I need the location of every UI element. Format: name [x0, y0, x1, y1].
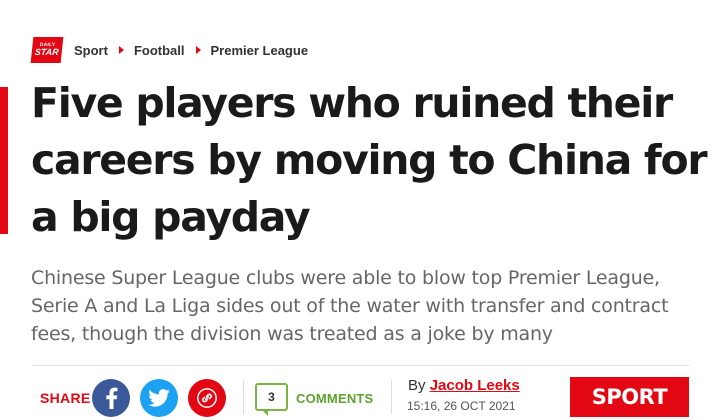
facebook-icon [106, 387, 118, 409]
chevron-right-icon [195, 46, 201, 54]
copy-link-button[interactable] [188, 379, 226, 417]
breadcrumb-premier-league[interactable]: Premier League [211, 43, 309, 58]
link-icon [197, 388, 217, 408]
byline: By Jacob Leeks [408, 377, 520, 394]
breadcrumb-football[interactable]: Football [134, 43, 185, 58]
daily-star-logo[interactable]: DAILY STAR [30, 37, 64, 63]
author-link[interactable]: Jacob Leeks [430, 377, 520, 394]
logo-main-text: STAR [34, 47, 60, 57]
comments-link[interactable]: COMMENTS [296, 391, 373, 406]
share-label: SHARE [40, 390, 91, 406]
article-headline: Five players who ruined their careers by… [31, 79, 708, 241]
comment-count-badge[interactable]: 3 [255, 383, 288, 416]
facebook-share-button[interactable] [92, 379, 130, 417]
divider [32, 365, 689, 366]
publish-timestamp: 15:16, 26 OCT 2021 [407, 399, 516, 413]
vertical-divider [243, 380, 244, 414]
byline-prefix: By [408, 377, 426, 394]
chevron-right-icon [118, 46, 124, 54]
twitter-share-button[interactable] [140, 379, 178, 417]
article-standfirst: Chinese Super League clubs were able to … [31, 267, 669, 345]
twitter-icon [148, 389, 170, 407]
breadcrumb-sport[interactable]: Sport [74, 43, 108, 58]
breadcrumb: DAILY STAR Sport Football Premier League [30, 37, 309, 63]
headline-accent-bar [0, 87, 8, 234]
section-badge[interactable]: SPORT [570, 377, 689, 417]
vertical-divider [391, 380, 392, 414]
